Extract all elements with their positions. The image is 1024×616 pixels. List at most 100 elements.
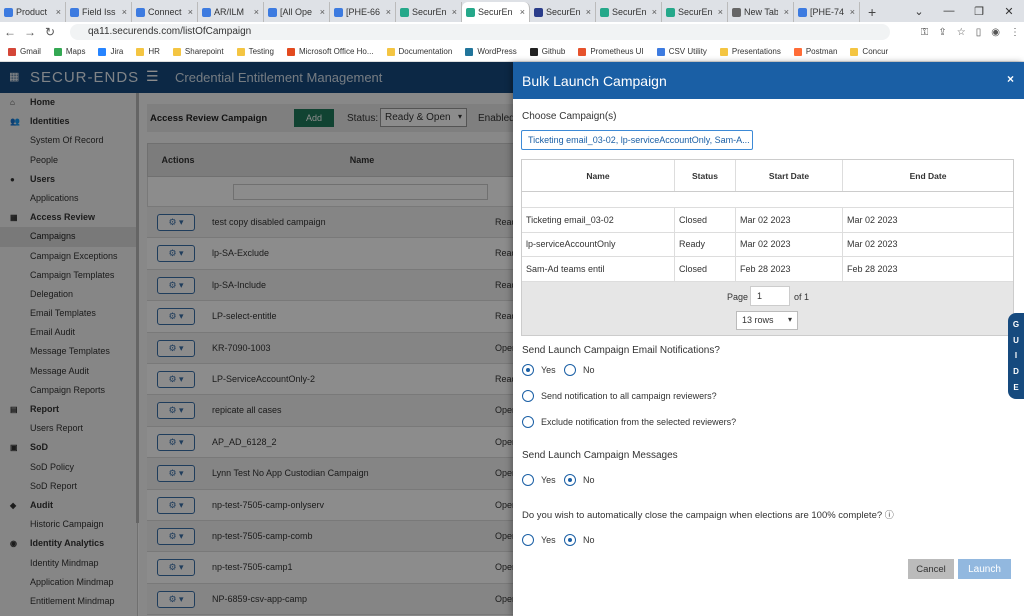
bookmark-item[interactable]: Postman (793, 47, 837, 56)
browser-tab[interactable]: SecurEn × (396, 2, 462, 22)
bookmark-label: Presentations (731, 47, 781, 56)
tab-close-icon[interactable]: × (320, 7, 325, 17)
messages-yes-radio[interactable]: Yes (522, 474, 556, 486)
col-end-date[interactable]: End Date (843, 160, 1013, 191)
cell-start-date: Mar 02 2023 (736, 208, 843, 232)
tab-close-icon[interactable]: × (188, 7, 193, 17)
tab-search-icon[interactable]: ⌄ (904, 5, 934, 18)
bookmark-item[interactable]: Testing (236, 47, 274, 56)
url-field[interactable]: qa11.securends.com/listOfCampaign (70, 24, 890, 40)
tab-close-icon[interactable]: × (652, 7, 657, 17)
browser-tab[interactable]: Field Iss × (66, 2, 132, 22)
close-window-icon[interactable]: ✕ (994, 5, 1024, 18)
browser-tab[interactable]: AR/ILM × (198, 2, 264, 22)
table-row: lp-serviceAccountOnly Ready Mar 02 2023 Mar… (522, 232, 1013, 257)
bookmark-item[interactable]: Jira (98, 47, 123, 56)
tab-label: SecurEn (612, 7, 646, 17)
autoclose-question-text: Do you wish to automatically close the c… (522, 510, 883, 521)
browser-tab[interactable]: SecurEn × (596, 2, 662, 22)
cell-name: Sam-Ad teams entil (522, 257, 675, 281)
tab-close-icon[interactable]: × (586, 7, 591, 17)
profile-icon[interactable]: ◉ (991, 27, 1000, 38)
bookmark-item[interactable]: Prometheus UI (578, 47, 644, 56)
tab-favicon-icon (798, 7, 807, 17)
bookmark-item[interactable]: HR (136, 47, 160, 56)
back-icon[interactable]: ← (0, 25, 20, 39)
tab-close-icon[interactable]: × (520, 7, 525, 17)
restore-icon[interactable]: ❐ (964, 5, 994, 18)
tab-label: [PHE-74 (810, 7, 844, 17)
new-tab-button[interactable]: + (868, 2, 876, 22)
radio-label: Yes (541, 365, 556, 375)
tab-favicon-icon (400, 7, 409, 17)
bookmark-item[interactable]: WordPress (465, 47, 517, 56)
tab-close-icon[interactable]: × (386, 7, 391, 17)
tab-close-icon[interactable]: × (784, 7, 789, 17)
autoclose-yes-radio[interactable]: Yes (522, 534, 556, 546)
address-bar-actions: ⚿ ⇪ ☆ ▯ ◉ ⋮ (921, 22, 1020, 42)
col-name[interactable]: Name (522, 160, 675, 191)
key-icon[interactable]: ⚿ (921, 27, 929, 38)
bookmark-label: Jira (110, 47, 124, 56)
browser-tab-bar: Product × Field Iss × Connect × AR/ILM × [All Op… (0, 0, 1024, 22)
browser-tab[interactable]: New Tab × (728, 2, 794, 22)
browser-tab[interactable]: SecurEn × (662, 2, 728, 22)
messages-no-radio[interactable]: No (564, 474, 595, 486)
bookmark-item[interactable]: Documentation (386, 47, 452, 56)
menu-icon[interactable]: ⋮ (1010, 27, 1020, 38)
page-input[interactable]: 1 (750, 285, 790, 306)
star-icon[interactable]: ☆ (957, 27, 966, 38)
bookmark-item[interactable]: Github (529, 47, 566, 56)
cell-status: Closed (675, 257, 736, 281)
col-start-date[interactable]: Start Date (736, 160, 843, 191)
info-icon[interactable]: ⓘ (885, 510, 894, 520)
guide-letter: G (1012, 320, 1020, 330)
email-yes-radio[interactable]: Yes (522, 364, 556, 376)
table-header: Name Status Start Date End Date (522, 160, 1013, 192)
bookmark-item[interactable]: CSV Utility (656, 47, 707, 56)
radio-label: Exclude notification from the selected r… (541, 417, 737, 427)
guide-tab[interactable]: GUIDE (1008, 313, 1024, 399)
sidepanel-icon[interactable]: ▯ (976, 27, 982, 38)
share-icon[interactable]: ⇪ (938, 27, 946, 38)
autoclose-no-radio[interactable]: No (564, 534, 595, 546)
bookmark-item[interactable]: Sharepoint (172, 47, 224, 56)
bookmark-label: Github (541, 47, 566, 56)
campaign-multiselect[interactable]: Ticketing email_03-02, lp-serviceAccount… (521, 130, 753, 150)
modal-header: Bulk Launch Campaign × (513, 62, 1024, 99)
tab-close-icon[interactable]: × (718, 7, 723, 17)
rows-select[interactable]: 13 rows ▾ (736, 310, 798, 330)
forward-icon[interactable]: → (20, 25, 40, 39)
bookmark-icon (850, 47, 859, 56)
browser-tab[interactable]: [PHE-66 × (330, 2, 396, 22)
browser-tab[interactable]: Connect × (132, 2, 198, 22)
tab-close-icon[interactable]: × (56, 7, 61, 17)
reload-icon[interactable]: ↻ (40, 25, 60, 39)
minimize-icon[interactable]: — (934, 5, 964, 17)
browser-tab[interactable]: SecurEn × (530, 2, 596, 22)
notify-exclude-radio[interactable]: Exclude notification from the selected r… (522, 416, 736, 428)
bookmark-item[interactable]: Microsoft Office Ho... (286, 47, 374, 56)
col-status[interactable]: Status (675, 160, 736, 191)
bookmark-icon (236, 47, 245, 56)
launch-button[interactable]: Launch (958, 559, 1011, 579)
browser-tab[interactable]: Product × (0, 2, 66, 22)
bookmark-item[interactable]: Maps (53, 47, 85, 56)
close-icon[interactable]: × (1007, 72, 1014, 86)
guide-letter: I (1014, 351, 1018, 361)
tab-close-icon[interactable]: × (850, 7, 855, 17)
cancel-button[interactable]: Cancel (908, 559, 954, 579)
modal-title: Bulk Launch Campaign (522, 73, 667, 89)
browser-tab[interactable]: [All Ope × (264, 2, 330, 22)
browser-tab[interactable]: SecurEn × (462, 2, 530, 22)
tab-close-icon[interactable]: × (122, 7, 127, 17)
bookmark-item[interactable]: Gmail (8, 47, 41, 56)
notify-all-radio[interactable]: Send notification to all campaign review… (522, 390, 717, 402)
bookmark-item[interactable]: Presentations (719, 47, 781, 56)
email-no-radio[interactable]: No (564, 364, 595, 376)
tab-close-icon[interactable]: × (452, 7, 457, 17)
browser-tab[interactable]: [PHE-74 × (794, 2, 860, 22)
tab-close-icon[interactable]: × (254, 7, 259, 17)
bookmark-item[interactable]: Concur (850, 47, 888, 56)
cell-end-date: Mar 02 2023 (847, 214, 898, 225)
